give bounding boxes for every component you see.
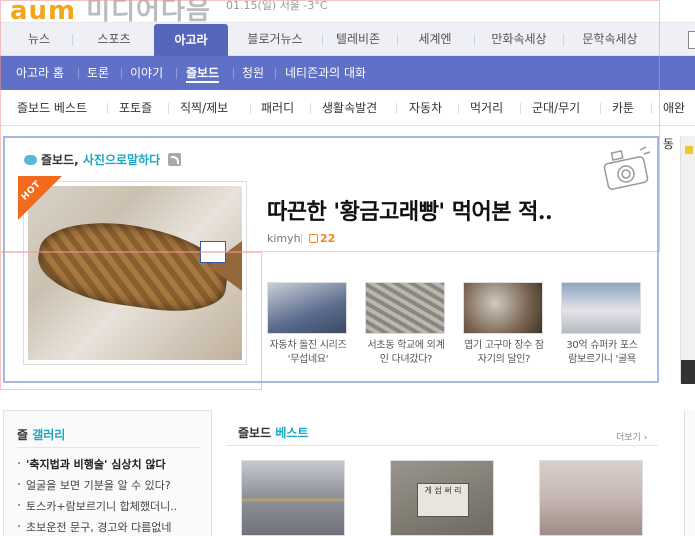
featured-main-photo[interactable]: HOT xyxy=(18,176,247,365)
gallery-item[interactable]: '축지법과 비행술' 심상치 않다 xyxy=(18,456,166,472)
gallery-item[interactable]: 얼굴을 보면 기분을 알 수 있다? xyxy=(18,477,171,493)
category-car[interactable]: 자동차 xyxy=(409,90,442,126)
best-section-title[interactable]: 즐보드 베스트 xyxy=(238,424,308,441)
rss-icon[interactable] xyxy=(168,153,181,166)
gallery-item[interactable]: 토스카+람보르기니 합체했더니.. xyxy=(17,498,177,514)
thumbnail-caption[interactable]: 엽기 고구마 장수 잠자기의 달인? xyxy=(463,339,545,367)
thumbnail-image[interactable] xyxy=(561,282,641,334)
author-name[interactable]: kimyh xyxy=(267,232,301,245)
feature-title-accent: 사진으로말하다 xyxy=(82,153,161,167)
subnav-agora-home[interactable]: 아고라 홈 xyxy=(16,56,64,90)
category-parody[interactable]: 패러디 xyxy=(261,90,294,126)
category-food[interactable]: 먹거리 xyxy=(470,90,503,126)
thumbnail-image[interactable] xyxy=(463,282,543,334)
thumbnail-caption[interactable]: 서초동 학교에 외계인 다녀갔다? xyxy=(365,339,447,367)
hot-badge: HOT xyxy=(18,176,66,224)
gallery-box: 즐 갤러리 '축지법과 비행술' 심상치 않다 얼굴을 보면 기분을 알 수 있… xyxy=(3,410,212,536)
right-column-banner[interactable] xyxy=(681,360,695,384)
tab-literature[interactable]: 문학속세상 xyxy=(573,23,647,56)
thumbnail-item[interactable]: 자동차 돌진 시리즈 '무섭네요' xyxy=(267,282,347,367)
subnav-petition[interactable]: 청원 xyxy=(242,56,264,90)
subnav-story[interactable]: 이야기 xyxy=(130,56,163,90)
speech-bubble-icon xyxy=(24,155,37,165)
best-image[interactable]: 게 섬 써 리 xyxy=(390,460,494,536)
tab-sports[interactable]: 스포츠 xyxy=(84,23,144,56)
tab-cartoon[interactable]: 만화속세상 xyxy=(484,23,554,56)
thumbnail-item[interactable]: 서초동 학교에 외계인 다녀갔다? xyxy=(365,282,445,367)
tab-televizon[interactable]: 텔레비존 xyxy=(328,23,388,56)
hot-badge-label: HOT xyxy=(19,179,44,203)
more-link[interactable]: 더보기 › xyxy=(616,430,647,443)
right-column-edge xyxy=(680,136,695,383)
thumbnail-item[interactable]: 엽기 고구마 장수 잠자기의 달인? xyxy=(463,282,545,367)
category-daily[interactable]: 생활속발견 xyxy=(322,90,377,126)
thumbs-up-icon xyxy=(309,234,318,243)
thumbnail-image[interactable] xyxy=(365,282,445,334)
main-tab-bar: 뉴스 스포츠 아고라 블로거뉴스 텔레비존 세계엔 만화속세상 문학속세상 xyxy=(0,22,695,57)
featured-headline[interactable]: 따끈한 '황금고래빵' 먹어본 적.. xyxy=(267,194,553,226)
thumbnail-image[interactable] xyxy=(267,282,347,334)
category-bar: 즐보드 베스트 포토즐 직찍/제보 패러디 생활속발견 자동차 먹거리 군대/무… xyxy=(0,90,695,151)
agora-subnav: 아고라 홈 토론 이야기 즐보드 청원 네티즌과의 대화 xyxy=(0,56,695,90)
gallery-title-prefix: 즐 xyxy=(17,428,33,442)
right-column-marker xyxy=(685,146,693,154)
like-count-value: 22 xyxy=(320,232,336,245)
thumbnail-caption[interactable]: 자동차 돌진 시리즈 '무섭네요' xyxy=(267,339,349,367)
category-military[interactable]: 군대/무기 xyxy=(532,90,580,126)
gallery-item[interactable]: 초보운전 문구, 경고와 다름없네 xyxy=(18,519,172,535)
best-image[interactable] xyxy=(539,460,643,536)
featured-photo-box: 즐보드, 사진으로말하다 HOT 따끈한 '황금고래빵' 먹어본 적.. kim… xyxy=(3,136,659,383)
gallery-title-accent: 갤러리 xyxy=(32,428,66,442)
camera-icon xyxy=(603,146,651,190)
subnav-netizen-talk[interactable]: 네티즌과의 대화 xyxy=(285,56,366,90)
category-cartoon[interactable]: 카툰 xyxy=(612,90,634,126)
feature-section-title[interactable]: 즐보드, 사진으로말하다 xyxy=(24,152,160,168)
weather-info: 01.15(일) 서울 -3°C xyxy=(226,0,328,12)
feature-title-prefix: 즐보드, xyxy=(41,153,83,167)
tab-agora[interactable]: 아고라 xyxy=(154,24,228,57)
tab-bloggernews[interactable]: 블로거뉴스 xyxy=(236,23,314,56)
top-header: aum 미디어다음 01.15(일) 서울 -3°C xyxy=(0,0,695,26)
thumbnail-item[interactable]: 30억 슈퍼카 포스 람보르기니 '굴욕 xyxy=(561,282,641,367)
like-count: 22 xyxy=(309,232,335,245)
tab-news[interactable]: 뉴스 xyxy=(14,23,64,56)
thumbnail-caption[interactable]: 30억 슈퍼카 포스 람보르기니 '굴욕 xyxy=(561,339,643,367)
gallery-title[interactable]: 즐 갤러리 xyxy=(17,426,65,443)
best-image[interactable] xyxy=(241,460,345,536)
right-column-box xyxy=(684,410,695,536)
subnav-jeulboard[interactable]: 즐보드 xyxy=(186,56,220,90)
tab-world[interactable]: 세계엔 xyxy=(405,23,465,56)
search-box-edge[interactable] xyxy=(688,31,695,49)
category-photo[interactable]: 포토즐 xyxy=(119,90,152,126)
subnav-debate[interactable]: 토론 xyxy=(87,56,109,90)
category-pets[interactable]: 애완동 xyxy=(663,90,695,151)
best-title-accent: 베스트 xyxy=(275,426,309,440)
category-best[interactable]: 즐보드 베스트 xyxy=(17,90,87,126)
sign-plaque: 게 섬 써 리 xyxy=(417,483,469,517)
category-report[interactable]: 직찍/제보 xyxy=(180,90,228,126)
best-title-prefix: 즐보드 xyxy=(238,426,276,440)
